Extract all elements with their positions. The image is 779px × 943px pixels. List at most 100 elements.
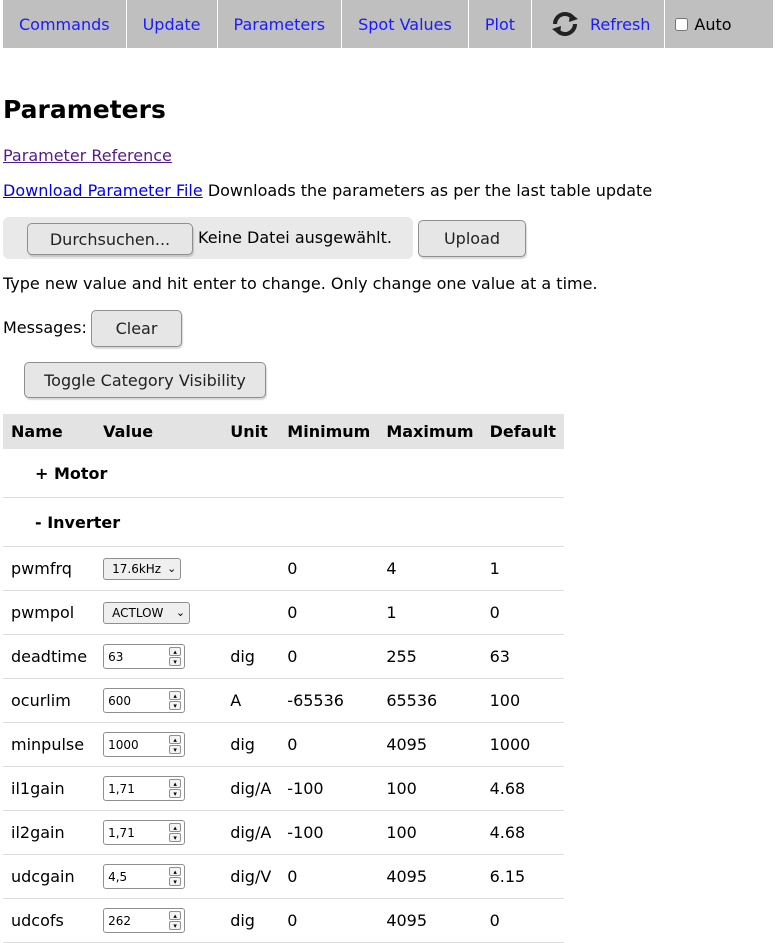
spinner[interactable]: ▴ ▾ — [169, 735, 182, 754]
param-name-cell: minpulse — [3, 722, 96, 767]
nav-spot-values[interactable]: Spot Values — [342, 0, 469, 48]
refresh-icon — [550, 9, 580, 39]
param-value-cell: ACTLOW ⌄ — [95, 590, 223, 635]
param-maximum-cell: 1 — [378, 590, 482, 635]
spinner[interactable]: ▴ ▾ — [169, 867, 182, 886]
param-default-cell: 1000 — [481, 722, 564, 767]
param-name-cell: udcofs — [3, 898, 96, 943]
spin-up-icon[interactable]: ▴ — [169, 823, 182, 832]
param-value-input[interactable]: 1,71 ▴ ▾ — [103, 776, 186, 801]
param-minimum-cell: 0 — [279, 854, 379, 899]
spin-up-icon[interactable]: ▴ — [169, 911, 182, 920]
param-value-cell: 262 ▴ ▾ — [95, 898, 223, 943]
download-note: Downloads the parameters as per the last… — [207, 181, 653, 200]
chevron-down-icon: ⌄ — [167, 562, 177, 575]
table-row: udcofs 262 ▴ ▾ dig 0 4095 0 — [3, 898, 564, 943]
param-value-select[interactable]: 17.6kHz ⌄ — [103, 557, 182, 580]
nav-commands[interactable]: Commands — [3, 0, 127, 48]
spin-down-icon[interactable]: ▾ — [169, 921, 182, 930]
param-unit-cell — [222, 546, 280, 591]
param-maximum-cell: 4095 — [378, 722, 482, 767]
param-name-cell: il2gain — [3, 810, 96, 855]
param-value-cell: 600 ▴ ▾ — [95, 678, 223, 723]
table-row: pwmpol ACTLOW ⌄ 0 1 0 — [3, 590, 564, 635]
upload-button[interactable]: Upload — [418, 220, 526, 257]
spinner[interactable]: ▴ ▾ — [169, 647, 182, 666]
header-value: Value — [95, 414, 223, 449]
param-minimum-cell: 0 — [279, 590, 379, 635]
spinner[interactable]: ▴ ▾ — [169, 779, 182, 798]
param-maximum-cell: 255 — [378, 634, 482, 679]
param-value-input[interactable]: 63 ▴ ▾ — [103, 644, 186, 669]
table-row: il2gain 1,71 ▴ ▾ dig/A -100 100 4.68 — [3, 810, 564, 855]
input-value: 600 — [108, 693, 132, 708]
download-row: Download Parameter File Downloads the pa… — [3, 181, 652, 200]
param-unit-cell: dig/V — [222, 854, 280, 899]
param-maximum-cell: 4095 — [378, 898, 482, 943]
refresh-label: Refresh — [590, 14, 651, 34]
refresh-button[interactable]: Refresh — [532, 0, 666, 48]
param-value-input[interactable]: 4,5 ▴ ▾ — [103, 864, 186, 889]
top-nav: Commands Update Parameters Spot Values P… — [3, 0, 773, 48]
param-unit-cell: dig — [222, 898, 280, 943]
input-value: 1000 — [108, 737, 139, 752]
auto-label: Auto — [694, 14, 732, 34]
param-value-input[interactable]: 1000 ▴ ▾ — [103, 732, 186, 757]
param-maximum-cell: 100 — [378, 810, 482, 855]
spinner[interactable]: ▴ ▾ — [169, 823, 182, 842]
spin-down-icon[interactable]: ▾ — [169, 701, 182, 710]
spin-down-icon[interactable]: ▾ — [169, 877, 182, 886]
param-name-cell: ocurlim — [3, 678, 96, 723]
category-motor[interactable]: + Motor — [3, 449, 564, 498]
param-maximum-cell: 4 — [378, 546, 482, 591]
param-unit-cell: dig — [222, 722, 280, 767]
param-minimum-cell: -100 — [279, 766, 379, 811]
param-value-input[interactable]: 262 ▴ ▾ — [103, 908, 186, 933]
param-value-input[interactable]: 1,71 ▴ ▾ — [103, 820, 186, 845]
spinner[interactable]: ▴ ▾ — [169, 691, 182, 710]
clear-button[interactable]: Clear — [91, 310, 182, 347]
category-label[interactable]: + Motor — [3, 449, 564, 498]
table-header-row: Name Value Unit Minimum Maximum Default — [3, 414, 564, 449]
param-value-cell: 1,71 ▴ ▾ — [95, 810, 223, 855]
auto-refresh-toggle[interactable]: Auto — [665, 0, 735, 48]
spin-down-icon[interactable]: ▾ — [169, 833, 182, 842]
param-name-cell: udcgain — [3, 854, 96, 899]
input-value: 4,5 — [108, 869, 128, 884]
param-value-input[interactable]: 600 ▴ ▾ — [103, 688, 186, 713]
spin-down-icon[interactable]: ▾ — [169, 657, 182, 666]
spin-up-icon[interactable]: ▴ — [169, 647, 182, 656]
param-default-cell: 0 — [481, 590, 564, 635]
nav-update[interactable]: Update — [127, 0, 218, 48]
category-inverter[interactable]: - Inverter — [3, 497, 564, 547]
browse-button[interactable]: Durchsuchen... — [27, 223, 193, 255]
header-default: Default — [481, 414, 564, 449]
param-unit-cell: A — [222, 678, 280, 723]
nav-parameters[interactable]: Parameters — [218, 0, 343, 48]
spin-up-icon[interactable]: ▴ — [169, 735, 182, 744]
auto-checkbox[interactable] — [675, 17, 689, 31]
param-value-cell: 1000 ▴ ▾ — [95, 722, 223, 767]
param-unit-cell: dig/A — [222, 810, 280, 855]
param-value-cell: 4,5 ▴ ▾ — [95, 854, 223, 899]
spinner[interactable]: ▴ ▾ — [169, 911, 182, 930]
spin-up-icon[interactable]: ▴ — [169, 779, 182, 788]
nav-plot[interactable]: Plot — [469, 0, 532, 48]
parameter-reference-link[interactable]: Parameter Reference — [3, 146, 172, 165]
param-maximum-cell: 100 — [378, 766, 482, 811]
param-minimum-cell: 0 — [279, 722, 379, 767]
param-minimum-cell: 0 — [279, 546, 379, 591]
download-parameter-file-link[interactable]: Download Parameter File — [3, 181, 203, 200]
spin-up-icon[interactable]: ▴ — [169, 867, 182, 876]
category-label[interactable]: - Inverter — [3, 497, 564, 547]
param-name-cell: deadtime — [3, 634, 96, 679]
toggle-category-visibility-button[interactable]: Toggle Category Visibility — [24, 362, 266, 398]
param-minimum-cell: -65536 — [279, 678, 379, 723]
spin-up-icon[interactable]: ▴ — [169, 691, 182, 700]
param-minimum-cell: 0 — [279, 634, 379, 679]
spin-down-icon[interactable]: ▾ — [169, 789, 182, 798]
param-value-select[interactable]: ACTLOW ⌄ — [103, 601, 191, 624]
table-row: ocurlim 600 ▴ ▾ A -65536 65536 100 — [3, 678, 564, 723]
table-row: deadtime 63 ▴ ▾ dig 0 255 63 — [3, 634, 564, 679]
spin-down-icon[interactable]: ▾ — [169, 745, 182, 754]
